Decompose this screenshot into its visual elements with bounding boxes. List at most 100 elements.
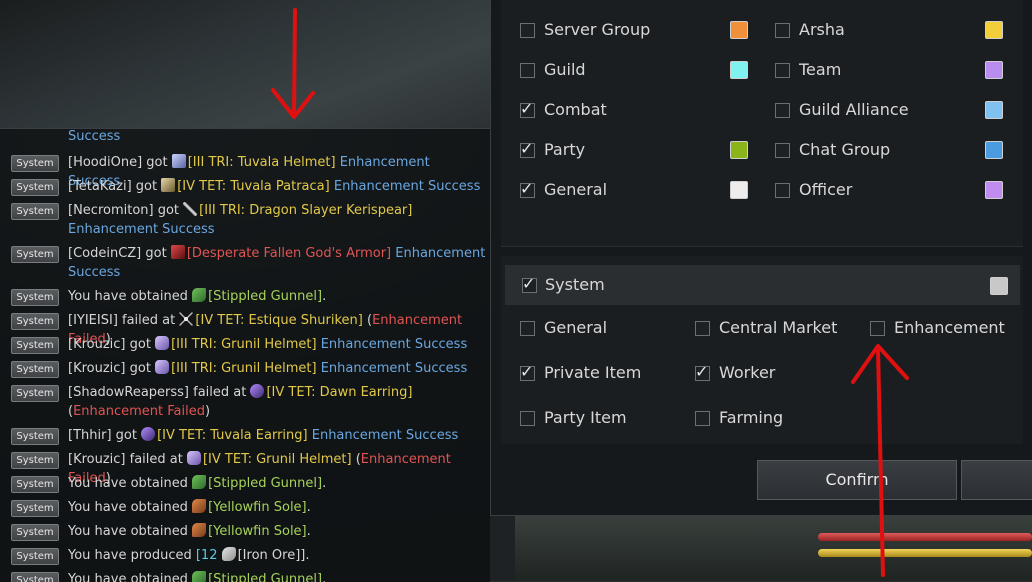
system-enhancement-label: Enhancement bbox=[894, 318, 1005, 337]
chat-line: System [ShadowReaperss] failed at [IV TET… bbox=[0, 383, 490, 421]
item-link[interactable]: [Krouzic] got bbox=[68, 337, 155, 352]
system-farming-checkbox[interactable] bbox=[695, 411, 710, 426]
item-link[interactable]: [Necromiton] got bbox=[68, 203, 183, 218]
filter-guild-alliance-color-swatch[interactable] bbox=[985, 101, 1003, 119]
filter-combat-checkbox[interactable] bbox=[520, 99, 535, 118]
chat-line: System [TetaKazi] got [IV TET: Tuvala Pat… bbox=[0, 177, 490, 196]
message-text: You have obtained bbox=[68, 500, 193, 515]
item-link[interactable]: [CodeinCZ] got bbox=[68, 246, 171, 261]
item-link[interactable]: [Thhir] got bbox=[68, 428, 141, 443]
filter-arsha-color-swatch[interactable] bbox=[985, 21, 1003, 39]
crystal-icon bbox=[186, 451, 201, 465]
filter-party-checkbox[interactable] bbox=[520, 139, 535, 158]
filter-guild-alliance-label: Guild Alliance bbox=[799, 100, 909, 119]
chat-message: [TetaKazi] got [IV TET: Tuvala Patraca] … bbox=[68, 177, 486, 196]
chat-line: System You have obtained [Stippled Gunnel… bbox=[0, 474, 490, 493]
item-link[interactable]: [12 bbox=[196, 548, 222, 563]
system-tag: System bbox=[11, 524, 59, 541]
message-text: . bbox=[306, 524, 311, 539]
system-central-market-checkbox[interactable] bbox=[695, 321, 710, 336]
system-tag: System bbox=[11, 476, 59, 493]
chat-message: [Thhir] got [IV TET: Tuvala Earring] Enh… bbox=[68, 426, 486, 445]
filter-server-group-label: Server Group bbox=[544, 20, 651, 39]
item-link[interactable]: [Desperate Fallen God's Armor] bbox=[187, 246, 391, 261]
chat-line: System You have produced [12 [Iron Ore]]. bbox=[0, 546, 490, 565]
filter-arsha-checkbox[interactable] bbox=[775, 23, 790, 38]
filter-general-checkbox[interactable] bbox=[520, 179, 535, 198]
system-private-item-label: Private Item bbox=[544, 363, 642, 382]
cancel-button[interactable] bbox=[961, 460, 1032, 500]
fish-o-icon bbox=[192, 523, 207, 537]
system-filter-row[interactable]: System bbox=[505, 265, 1020, 305]
message-text: Enhancement Success bbox=[316, 337, 468, 352]
filter-team-color-swatch[interactable] bbox=[985, 61, 1003, 79]
system-worker-checkbox[interactable] bbox=[695, 362, 710, 381]
system-party-item-checkbox[interactable] bbox=[520, 411, 535, 426]
item-link[interactable]: [IV TET: Grunil Helmet] bbox=[203, 452, 352, 467]
item-link[interactable]: [IV TET: Tuvala Patraca] bbox=[177, 179, 330, 194]
message-text: Enhancement Failed bbox=[73, 404, 205, 419]
item-link[interactable]: [Yellowfin Sole] bbox=[208, 500, 307, 515]
spear-icon bbox=[183, 202, 198, 216]
item-link[interactable]: [III TRI: Grunil Helmet] bbox=[171, 337, 317, 352]
message-text: Enhancement Success bbox=[316, 361, 468, 376]
chat-message: [Krouzic] got [III TRI: Grunil Helmet] E… bbox=[68, 335, 486, 354]
item-link[interactable]: [Krouzic] failed at bbox=[68, 452, 187, 467]
chat-line: System [Necromiton] got [III TRI: Dragon … bbox=[0, 201, 490, 239]
boots-icon bbox=[161, 178, 176, 192]
filter-general-color-swatch[interactable] bbox=[730, 181, 748, 199]
fish-o-icon bbox=[192, 499, 207, 513]
filter-guild-alliance-checkbox[interactable] bbox=[775, 103, 790, 118]
item-link[interactable]: [HoodiOne] got bbox=[68, 155, 172, 170]
filter-team-checkbox[interactable] bbox=[775, 63, 790, 78]
message-text: . bbox=[322, 289, 327, 304]
armor-icon bbox=[170, 245, 185, 259]
filter-guild-color-swatch[interactable] bbox=[730, 61, 748, 79]
item-link[interactable]: [Krouzic] got bbox=[68, 361, 155, 376]
filter-guild-checkbox[interactable] bbox=[520, 63, 535, 78]
item-link[interactable]: [III TRI: Grunil Helmet] bbox=[171, 361, 317, 376]
system-checkbox[interactable] bbox=[522, 274, 537, 293]
item-link[interactable]: [Iron Ore]]. bbox=[238, 548, 310, 563]
message-text: . bbox=[306, 500, 311, 515]
system-tag: System bbox=[11, 179, 59, 196]
background-ground bbox=[515, 515, 1032, 581]
system-color-swatch[interactable] bbox=[990, 277, 1008, 295]
filter-officer-checkbox[interactable] bbox=[775, 183, 790, 198]
item-link[interactable]: [IV TET: Tuvala Earring] bbox=[157, 428, 308, 443]
chat-line: System You have obtained [Yellowfin Sole]… bbox=[0, 498, 490, 517]
filter-officer-color-swatch[interactable] bbox=[985, 181, 1003, 199]
chat-line: System You have obtained [Stippled Gunnel… bbox=[0, 570, 490, 582]
fish-g-icon bbox=[192, 571, 207, 582]
message-text: Enhancement Success bbox=[68, 222, 215, 237]
item-link[interactable]: [Stippled Gunnel] bbox=[208, 476, 322, 491]
chat-log[interactable]: Success System [HoodiOne] got [III TRI: T… bbox=[0, 128, 490, 582]
item-link[interactable]: [IYIEISI] failed at bbox=[68, 313, 179, 328]
chat-message: You have obtained [Yellowfin Sole]. bbox=[68, 522, 486, 541]
item-link[interactable]: [Yellowfin Sole] bbox=[208, 524, 307, 539]
item-link[interactable]: [IV TET: Dawn Earring] bbox=[266, 385, 412, 400]
filter-chat-group-color-swatch[interactable] bbox=[985, 141, 1003, 159]
item-link[interactable]: [III TRI: Tuvala Helmet] bbox=[188, 155, 336, 170]
filter-server-group-color-swatch[interactable] bbox=[730, 21, 748, 39]
chat-message: You have obtained [Yellowfin Sole]. bbox=[68, 498, 486, 517]
item-link[interactable]: [ShadowReaperss] failed at bbox=[68, 385, 250, 400]
system-enhancement-checkbox[interactable] bbox=[870, 321, 885, 336]
item-link[interactable]: [III TRI: Dragon Slayer Kerispear] bbox=[199, 203, 412, 218]
filter-chat-group-checkbox[interactable] bbox=[775, 143, 790, 158]
filter-party-label: Party bbox=[544, 140, 586, 159]
annotation-arrow-down bbox=[271, 8, 315, 119]
system-private-item-checkbox[interactable] bbox=[520, 362, 535, 381]
chat-line: System [HoodiOne] got [III TRI: Tuvala He… bbox=[0, 153, 490, 189]
filter-party-color-swatch[interactable] bbox=[730, 141, 748, 159]
system-tag: System bbox=[11, 313, 59, 330]
system-general-label: General bbox=[544, 318, 608, 337]
system-farming-label: Farming bbox=[719, 408, 784, 427]
system-tag: System bbox=[11, 385, 59, 402]
item-link[interactable]: [TetaKazi] got bbox=[68, 179, 161, 194]
item-link[interactable]: [Stippled Gunnel] bbox=[208, 289, 322, 304]
system-general-checkbox[interactable] bbox=[520, 321, 535, 336]
message-text: . bbox=[322, 476, 327, 491]
item-link[interactable]: [IV TET: Estique Shuriken] bbox=[195, 313, 363, 328]
filter-server-group-checkbox[interactable] bbox=[520, 23, 535, 38]
